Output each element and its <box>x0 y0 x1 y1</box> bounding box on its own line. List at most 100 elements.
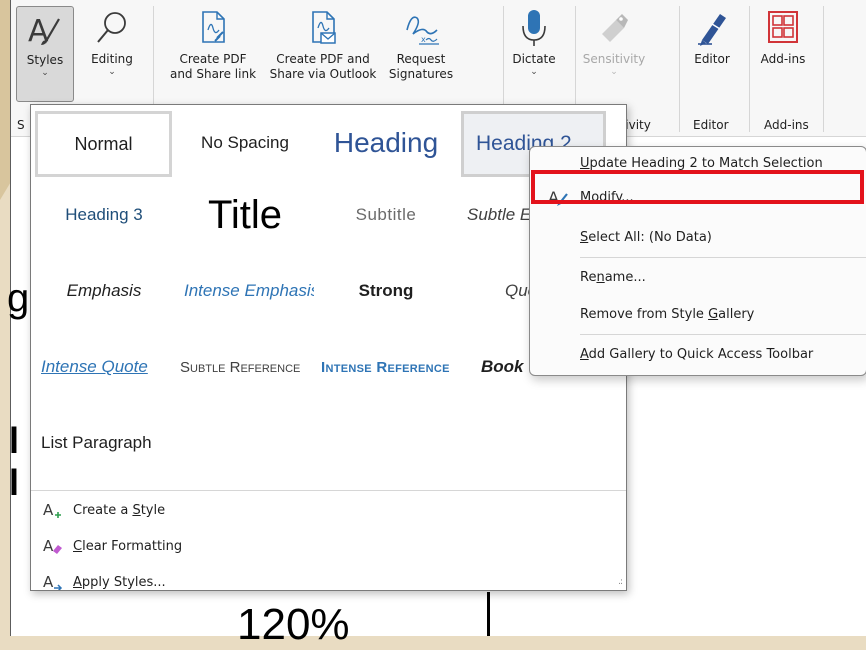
apply-styles-label: Apply Styles... <box>73 574 166 590</box>
create-pdf-share-link-button[interactable]: Create PDF and Share link <box>161 6 265 102</box>
style-intense-quote[interactable]: Intense Quote <box>35 335 173 399</box>
menu-item-remove-from-gallery[interactable]: Remove from Style Gallery <box>530 298 866 330</box>
document-text-fragment: g <box>7 276 30 320</box>
clear-formatting-icon: A <box>43 537 62 555</box>
request-signatures-button[interactable]: x Request Signatures <box>381 6 461 102</box>
menu-item-label: Remove from Style Gallery <box>580 306 755 322</box>
group-label-editor: Editor <box>693 118 729 132</box>
sensitivity-label: Sensitivity <box>582 52 646 66</box>
style-title[interactable]: Title <box>176 183 314 247</box>
style-intense-emphasis-label: Intense Emphasis <box>184 281 314 300</box>
style-normal[interactable]: Normal <box>35 111 172 177</box>
create-style-label: Create a Style <box>73 502 166 518</box>
create-pdf-outlook-button[interactable]: Create PDF and Share via Outlook <box>267 6 379 102</box>
style-subtle-reference[interactable]: Subtle Reference <box>176 335 314 399</box>
menu-item-select-all[interactable]: Select All: (No Data) <box>530 221 866 253</box>
chevron-down-icon: ⌄ <box>610 67 618 77</box>
group-label-styles: S <box>17 118 25 132</box>
svg-text:A: A <box>28 14 49 49</box>
chevron-down-icon: ⌄ <box>530 67 538 77</box>
style-no-spacing[interactable]: No Spacing <box>176 111 314 175</box>
document-zoom-text: 120% <box>237 600 350 649</box>
style-heading-3[interactable]: Heading 3 <box>35 183 173 247</box>
create-style-icon: A <box>43 501 61 519</box>
pdf-share-icon <box>202 11 225 43</box>
apply-styles-icon: A <box>43 573 63 591</box>
chevron-down-icon: ⌄ <box>41 68 49 78</box>
style-subtitle-label: Subtitle <box>355 205 417 224</box>
menu-separator <box>580 334 866 335</box>
menu-item-label: Update Heading 2 to Match Selection <box>580 155 823 171</box>
addins-grid-icon <box>768 11 798 43</box>
style-heading-3-label: Heading 3 <box>65 205 143 224</box>
style-strong[interactable]: Strong <box>317 259 455 323</box>
style-strong-label: Strong <box>358 281 414 300</box>
editor-label: Editor <box>694 52 730 66</box>
style-intense-reference-label: Intense Reference <box>321 358 450 376</box>
svg-text:A: A <box>43 573 54 591</box>
document-text-fragment: l <box>9 420 20 461</box>
create-pdf-outlook-label-2: Share via Outlook <box>269 67 377 81</box>
style-intense-emphasis[interactable]: Intense Emphasis <box>176 259 314 323</box>
style-list-paragraph-label: List Paragraph <box>41 433 152 452</box>
menu-item-label: Add Gallery to Quick Access Toolbar <box>580 346 814 362</box>
editor-button[interactable]: Editor <box>685 6 739 102</box>
style-heading-1-label: Heading <box>333 127 439 158</box>
menu-item-label: Rename... <box>580 269 646 285</box>
create-style-command[interactable]: A Create a Style <box>43 497 165 523</box>
ribbon-separator <box>749 6 750 132</box>
menu-item-add-to-quick-access[interactable]: Add Gallery to Quick Access Toolbar <box>530 338 866 370</box>
create-pdf-share-label-2: and Share link <box>169 67 257 81</box>
editing-button[interactable]: Editing ⌄ <box>83 6 141 102</box>
clear-formatting-label: Clear Formatting <box>73 538 183 554</box>
style-emphasis-label: Emphasis <box>66 281 142 300</box>
styles-button[interactable]: A Styles ⌄ <box>16 6 74 102</box>
style-subtitle[interactable]: Subtitle <box>317 183 455 247</box>
svg-text:x: x <box>421 35 426 44</box>
create-pdf-outlook-label-1: Create PDF and <box>276 52 370 66</box>
document-text-fragment: l <box>9 462 20 503</box>
style-emphasis[interactable]: Emphasis <box>35 259 173 323</box>
dictate-label: Dictate <box>512 52 556 66</box>
word-window: A Styles ⌄ Editing ⌄ Create PDF and Shar… <box>7 0 866 649</box>
annotation-highlight-box <box>531 170 864 204</box>
style-list-paragraph[interactable]: List Paragraph <box>35 411 173 475</box>
create-pdf-share-label-1: Create PDF <box>179 52 247 66</box>
style-normal-label: Normal <box>74 133 133 154</box>
chevron-down-icon: ⌄ <box>108 67 116 77</box>
svg-text:A: A <box>43 537 54 555</box>
styles-icon: A <box>28 14 60 49</box>
dictate-button[interactable]: Dictate ⌄ <box>506 6 562 102</box>
svg-text:A: A <box>43 501 54 519</box>
style-subtle-reference-label: Subtle Reference <box>180 358 301 376</box>
pdf-outlook-icon <box>312 11 336 44</box>
style-intense-quote-label: Intense Quote <box>41 357 148 376</box>
editing-label: Editing <box>91 52 133 66</box>
gallery-separator <box>31 490 626 491</box>
signature-icon: x <box>406 16 439 45</box>
sensitivity-button[interactable]: Sensitivity ⌄ <box>579 6 649 102</box>
request-signatures-label-2: Signatures <box>388 67 454 81</box>
resize-grip-icon[interactable]: .: <box>618 577 623 587</box>
sensitivity-icon <box>602 14 628 42</box>
style-title-label: Title <box>207 192 283 237</box>
group-label-addins: Add-ins <box>764 118 809 132</box>
clear-formatting-command[interactable]: A Clear Formatting <box>43 533 182 559</box>
ribbon-separator <box>679 6 680 132</box>
menu-item-rename[interactable]: Rename... <box>530 261 866 293</box>
style-heading-1[interactable]: Heading <box>317 111 455 175</box>
editor-pen-icon <box>698 14 726 46</box>
addins-button[interactable]: Add-ins <box>753 6 813 102</box>
menu-item-label: Select All: (No Data) <box>580 229 712 245</box>
request-signatures-label-1: Request <box>396 52 446 66</box>
style-no-spacing-label: No Spacing <box>201 133 289 152</box>
menu-separator <box>580 257 866 258</box>
addins-label: Add-ins <box>760 52 806 66</box>
apply-styles-command[interactable]: A Apply Styles... <box>43 569 166 591</box>
style-intense-reference[interactable]: Intense Reference <box>317 335 455 399</box>
styles-label: Styles <box>26 53 64 67</box>
document-table-border <box>487 592 490 636</box>
ribbon-separator <box>823 6 824 132</box>
microphone-icon <box>522 10 546 46</box>
magnifier-icon <box>97 12 126 43</box>
